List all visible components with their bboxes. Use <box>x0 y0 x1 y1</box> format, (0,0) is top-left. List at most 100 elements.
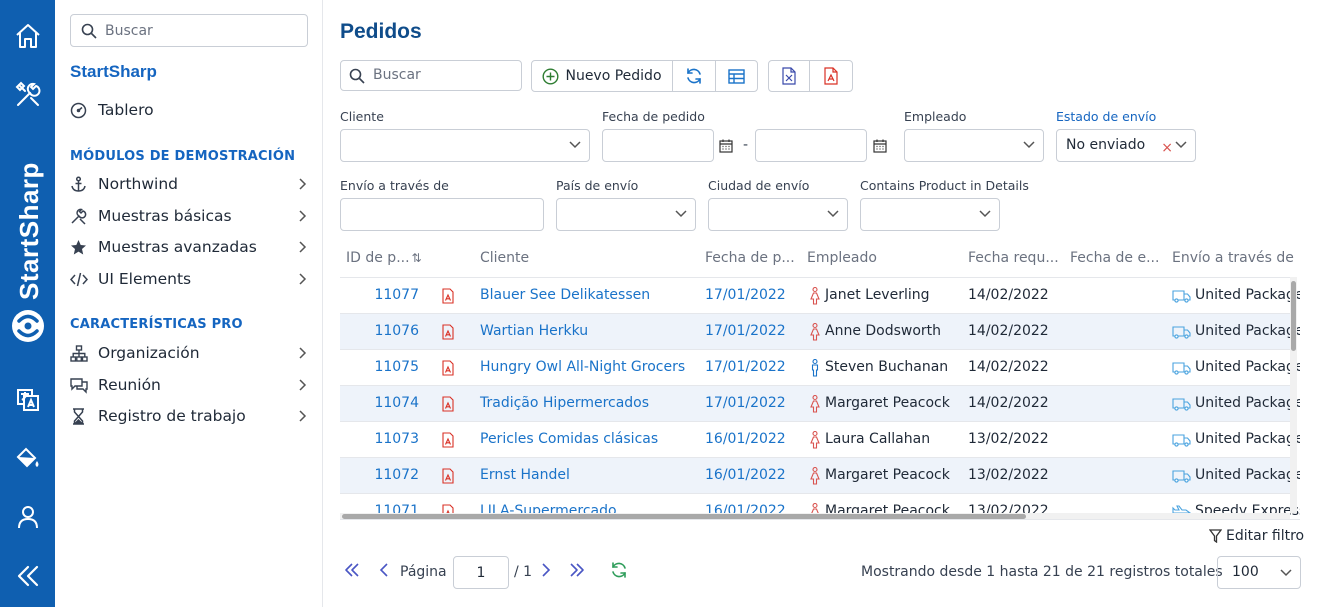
column-picker-button[interactable] <box>716 61 757 91</box>
female-icon <box>810 467 820 485</box>
order-date-link[interactable]: 17/01/2022 <box>705 287 786 303</box>
hourglass-icon <box>70 407 98 425</box>
female-icon <box>810 431 820 449</box>
refresh-button[interactable] <box>673 61 716 91</box>
sidebar-item-northwind[interactable]: Northwind <box>70 171 310 197</box>
calendar-icon[interactable] <box>719 139 733 153</box>
last-page-icon[interactable] <box>569 561 585 579</box>
sidebar-item-dashboard[interactable]: Tablero <box>70 97 310 123</box>
horizontal-scrollbar[interactable] <box>340 513 1290 519</box>
pdf-icon[interactable] <box>442 468 454 484</box>
customer-link[interactable]: Ernst Handel <box>480 467 570 483</box>
sidebar-item-work-log[interactable]: Registro de trabajo <box>70 403 310 429</box>
order-date-link[interactable]: 16/01/2022 <box>705 467 786 483</box>
column-header-customer[interactable]: Cliente <box>480 250 529 266</box>
filter-ship-city-select[interactable] <box>708 198 848 231</box>
column-header-id[interactable]: ID de p... ⇅ <box>346 250 422 266</box>
sort-icon[interactable]: ⇅ <box>412 251 422 265</box>
filter-ship-country-select[interactable] <box>556 198 696 231</box>
pdf-icon[interactable] <box>442 396 454 412</box>
calendar-icon[interactable] <box>873 139 887 153</box>
required-date: 14/02/2022 <box>968 359 1049 375</box>
sidebar-item-meeting[interactable]: Reunión <box>70 372 310 398</box>
order-date-link[interactable]: 17/01/2022 <box>705 359 786 375</box>
customer-link[interactable]: Wartian Herkku <box>480 323 588 339</box>
vertical-scrollbar[interactable] <box>1290 277 1297 513</box>
chevron-down-icon <box>1023 141 1035 149</box>
brand-logo-icon <box>12 310 44 342</box>
filter-employee-select[interactable] <box>904 129 1044 162</box>
column-header-employee[interactable]: Empleado <box>807 250 877 266</box>
customer-link[interactable]: Tradição Hipermercados <box>480 395 649 411</box>
edit-filter-button[interactable]: Editar filtro <box>1209 528 1304 544</box>
pdf-icon[interactable] <box>442 324 454 340</box>
filter-customer-select[interactable] <box>340 129 590 162</box>
filter-order-date-end[interactable] <box>755 129 867 162</box>
order-id-link[interactable]: 11074 <box>340 395 419 411</box>
paint-bucket-icon[interactable] <box>0 436 55 480</box>
order-id-link[interactable]: 11073 <box>340 431 419 447</box>
sidebar-item-label: Registro de trabajo <box>98 407 246 425</box>
pager: Página / 1 Mostrando desde 1 hasta 21 de… <box>340 555 1301 589</box>
table-row[interactable]: 11077 Blauer See Delikatessen 17/01/2022 Ja… <box>340 277 1300 313</box>
column-header-required-date[interactable]: Fecha requ... <box>968 250 1059 266</box>
excel-export-button[interactable] <box>769 61 810 91</box>
sidebar-search[interactable] <box>70 14 308 47</box>
customer-link[interactable]: Pericles Comidas clásicas <box>480 431 658 447</box>
table-row[interactable]: 11072 Ernst Handel 16/01/2022 Margaret Peac… <box>340 457 1300 493</box>
page-number-input[interactable] <box>453 556 509 589</box>
clear-icon[interactable]: × <box>1161 140 1173 156</box>
sidebar-item-organization[interactable]: Organización <box>70 340 310 366</box>
customer-link[interactable]: Blauer See Delikatessen <box>480 287 650 303</box>
customer-link[interactable]: Hungry Owl All-Night Grocers <box>480 359 685 375</box>
sidebar: StartSharp Tablero MÓDULOS DE DEMOSTRACI… <box>55 0 323 607</box>
table-row[interactable]: 11076 Wartian Herkku 17/01/2022 Anne Dodswo… <box>340 313 1300 349</box>
filter-ship-via-input[interactable] <box>340 198 544 231</box>
grid-search[interactable] <box>340 60 522 91</box>
previous-page-icon[interactable] <box>379 561 389 579</box>
order-date-link[interactable]: 17/01/2022 <box>705 323 786 339</box>
home-icon[interactable] <box>0 14 55 58</box>
reload-icon[interactable] <box>610 561 628 579</box>
ship-via: United Package <box>1195 395 1300 411</box>
tools-icon[interactable] <box>0 73 55 117</box>
page-title: Pedidos <box>340 20 422 43</box>
sidebar-brand[interactable]: StartSharp <box>70 62 157 82</box>
sidebar-item-advanced-samples[interactable]: Muestras avanzadas <box>70 234 310 260</box>
order-id-link[interactable]: 11072 <box>340 467 419 483</box>
table-row[interactable]: 11075 Hungry Owl All-Night Grocers 17/01/2… <box>340 349 1300 385</box>
order-date-link[interactable]: 16/01/2022 <box>705 431 786 447</box>
ship-via: United Package <box>1195 431 1300 447</box>
excel-icon <box>782 67 796 85</box>
required-date: 14/02/2022 <box>968 287 1049 303</box>
order-id-link[interactable]: 11077 <box>340 287 419 303</box>
order-id-link[interactable]: 11075 <box>340 359 419 375</box>
column-header-ship-via[interactable]: Envío a través de <box>1172 250 1294 266</box>
new-order-button[interactable]: Nuevo Pedido <box>532 61 673 91</box>
table-row[interactable]: 11073 Pericles Comidas clásicas 16/01/2022… <box>340 421 1300 457</box>
translate-icon[interactable] <box>0 378 55 422</box>
pdf-icon[interactable] <box>442 360 454 376</box>
column-header-shipped-date[interactable]: Fecha de e... <box>1070 250 1159 266</box>
pdf-icon[interactable] <box>442 432 454 448</box>
filter-ship-status-select[interactable]: No enviado × <box>1056 129 1196 162</box>
first-page-icon[interactable] <box>344 561 360 579</box>
page-size-select[interactable]: 100 <box>1217 556 1301 589</box>
sidebar-search-input[interactable] <box>105 22 295 39</box>
grid-search-input[interactable] <box>373 67 513 83</box>
pdf-export-button[interactable] <box>810 61 852 91</box>
sidebar-item-ui-elements[interactable]: UI Elements <box>70 266 310 292</box>
next-page-icon[interactable] <box>541 561 551 579</box>
order-id-link[interactable]: 11076 <box>340 323 419 339</box>
order-date-link[interactable]: 17/01/2022 <box>705 395 786 411</box>
column-header-order-date[interactable]: Fecha de p... <box>705 250 795 266</box>
chevron-down-icon <box>827 210 839 218</box>
filter-order-date-start[interactable] <box>602 129 714 162</box>
collapse-icon[interactable] <box>0 554 55 598</box>
table-row[interactable]: 11074 Tradição Hipermercados 17/01/2022 Mar… <box>340 385 1300 421</box>
sidebar-item-basic-samples[interactable]: Muestras básicas <box>70 203 310 229</box>
required-date: 13/02/2022 <box>968 431 1049 447</box>
pdf-icon[interactable] <box>442 288 454 304</box>
user-icon[interactable] <box>0 495 55 539</box>
filter-contains-product-select[interactable] <box>860 198 1000 231</box>
